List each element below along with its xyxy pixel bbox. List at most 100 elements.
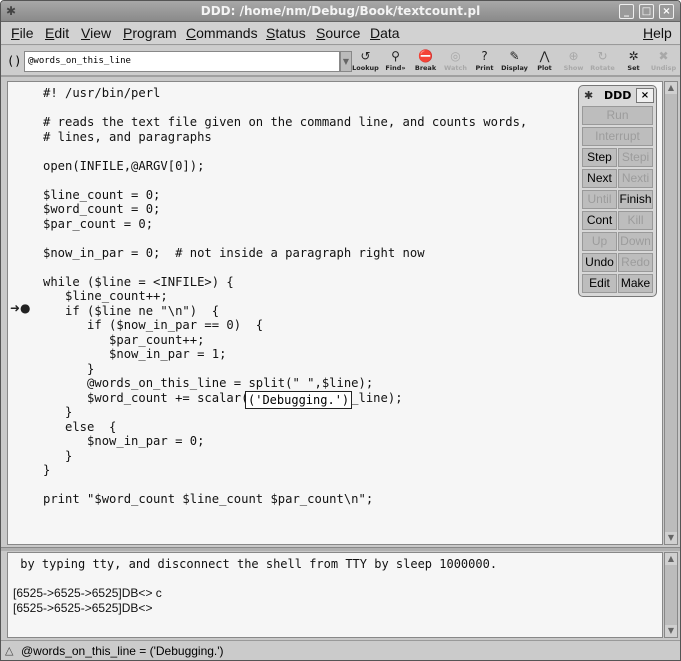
rotate-button[interactable]: ↻ Rotate bbox=[588, 49, 617, 75]
source-window[interactable]: #! /usr/bin/perl # reads the text file g… bbox=[7, 81, 663, 545]
status-bar: △ @words_on_this_line = ('Debugging.') bbox=[1, 640, 680, 660]
set-button[interactable]: ✲ Set bbox=[619, 49, 648, 75]
cont-button[interactable]: Cont bbox=[582, 211, 617, 230]
window-title: DDD: /home/nm/Debug/Book/textcount.pl bbox=[200, 4, 481, 18]
execution-position-arrow-icon: ➜● bbox=[10, 301, 31, 315]
menu-program[interactable]: Program bbox=[123, 25, 177, 41]
print-button[interactable]: ? Print bbox=[470, 49, 499, 75]
command-tool-close-button[interactable]: × bbox=[636, 88, 654, 103]
pane-sash[interactable] bbox=[1, 547, 680, 551]
source-line[interactable]: $line_count = 0; bbox=[43, 188, 527, 203]
down-button[interactable]: Down bbox=[618, 232, 653, 251]
source-line[interactable]: else { bbox=[43, 420, 527, 435]
close-button[interactable]: × bbox=[659, 4, 674, 19]
undisp-button[interactable]: ✖ Undisp bbox=[649, 49, 678, 75]
step-button[interactable]: Step bbox=[582, 148, 617, 167]
next-button[interactable]: Next bbox=[582, 169, 617, 188]
find-button[interactable]: ⚲ Find» bbox=[381, 49, 410, 75]
scroll-down-icon[interactable]: ▼ bbox=[665, 532, 677, 544]
source-line[interactable]: $line_count++; bbox=[43, 289, 527, 304]
lookup-button[interactable]: ↺ Lookup bbox=[351, 49, 380, 75]
source-line[interactable] bbox=[43, 101, 527, 116]
source-line[interactable] bbox=[43, 231, 527, 246]
source-code[interactable]: #! /usr/bin/perl # reads the text file g… bbox=[43, 86, 527, 507]
debugger-console[interactable]: by typing tty, and disconnect the shell … bbox=[7, 552, 663, 638]
source-line[interactable]: $par_count++; bbox=[43, 333, 527, 348]
lookup-icon: ↺ bbox=[360, 49, 371, 63]
source-line[interactable] bbox=[43, 144, 527, 159]
watch-button[interactable]: ◎ Watch bbox=[441, 49, 470, 75]
status-history-icon[interactable]: △ bbox=[5, 644, 13, 657]
menu-data[interactable]: Data bbox=[370, 25, 400, 41]
finish-button[interactable]: Finish bbox=[618, 190, 653, 209]
source-line[interactable]: open(INFILE,@ARGV[0]); bbox=[43, 159, 527, 174]
source-line[interactable]: } bbox=[43, 463, 527, 478]
source-line[interactable]: #! /usr/bin/perl bbox=[43, 86, 527, 101]
menu-edit[interactable]: Edit bbox=[45, 25, 69, 41]
source-line[interactable] bbox=[43, 173, 527, 188]
source-line[interactable]: # reads the text file given on the comma… bbox=[43, 115, 527, 130]
menu-source[interactable]: Source bbox=[316, 25, 360, 41]
source-line[interactable]: $par_count = 0; bbox=[43, 217, 527, 232]
tool-bar: (): @words_on_this_line ▼ ↺ Lookup ⚲ Fin… bbox=[1, 46, 680, 77]
argument-input[interactable]: @words_on_this_line bbox=[24, 51, 340, 72]
redo-button[interactable]: Redo bbox=[618, 253, 653, 272]
source-line[interactable]: print "$word_count $line_count $par_coun… bbox=[43, 492, 527, 507]
display-icon: ✎ bbox=[509, 49, 520, 63]
source-line[interactable] bbox=[43, 478, 527, 493]
plot-button[interactable]: ⋀ Plot bbox=[530, 49, 559, 75]
menu-file[interactable]: File bbox=[11, 25, 34, 41]
source-line[interactable]: } bbox=[43, 362, 527, 377]
show-button[interactable]: ⊕ Show bbox=[559, 49, 588, 75]
stepi-button[interactable]: Stepi bbox=[618, 148, 653, 167]
title-bar: ✱ DDD: /home/nm/Debug/Book/textcount.pl … bbox=[1, 1, 680, 22]
scroll-up-icon[interactable]: ▲ bbox=[665, 553, 677, 565]
menu-status[interactable]: Status bbox=[266, 25, 306, 41]
source-line[interactable]: if ($line ne "\n") { bbox=[43, 304, 527, 319]
source-line[interactable]: $now_in_par = 1; bbox=[43, 347, 527, 362]
source-line[interactable] bbox=[43, 260, 527, 275]
source-line[interactable]: $word_count = 0; bbox=[43, 202, 527, 217]
break-button[interactable]: ⛔ Break bbox=[411, 49, 440, 75]
source-line[interactable]: } bbox=[43, 449, 527, 464]
kill-button[interactable]: Kill bbox=[618, 211, 653, 230]
plot-icon: ⋀ bbox=[539, 49, 550, 63]
source-line[interactable]: if ($now_in_par == 0) { bbox=[43, 318, 527, 333]
question-mark-icon: ? bbox=[481, 49, 488, 63]
interrupt-button[interactable]: Interrupt bbox=[582, 127, 653, 146]
command-tool-title: DDD bbox=[604, 89, 632, 102]
edit-button[interactable]: Edit bbox=[582, 274, 617, 293]
bug-icon: ✱ bbox=[584, 89, 594, 102]
nexti-button[interactable]: Nexti bbox=[618, 169, 653, 188]
scroll-up-icon[interactable]: ▲ bbox=[665, 82, 677, 94]
console-scrollbar[interactable]: ▲ ▼ bbox=[664, 552, 678, 638]
source-line[interactable]: # lines, and paragraphs bbox=[43, 130, 527, 145]
run-button[interactable]: Run bbox=[582, 106, 653, 125]
source-line[interactable]: @words_on_this_line = split(" ",$line); bbox=[43, 376, 527, 391]
maximize-button[interactable]: □ bbox=[639, 4, 654, 19]
source-line[interactable]: $now_in_par = 0; # not inside a paragrap… bbox=[43, 246, 527, 261]
set-icon: ✲ bbox=[628, 49, 639, 63]
stop-sign-icon: ⛔ bbox=[418, 49, 433, 63]
up-button[interactable]: Up bbox=[582, 232, 617, 251]
make-button[interactable]: Make bbox=[618, 274, 653, 293]
magnifier-icon: ⊕ bbox=[568, 49, 579, 63]
until-button[interactable]: Until bbox=[582, 190, 617, 209]
source-line[interactable]: while ($line = <INFILE>) { bbox=[43, 275, 527, 290]
source-line[interactable]: $now_in_par = 0; bbox=[43, 434, 527, 449]
display-button[interactable]: ✎ Display bbox=[500, 49, 529, 75]
menu-view[interactable]: View bbox=[81, 25, 111, 41]
ddd-window: ✱ DDD: /home/nm/Debug/Book/textcount.pl … bbox=[0, 0, 681, 661]
source-scrollbar[interactable]: ▲ ▼ bbox=[664, 81, 678, 545]
scroll-down-icon[interactable]: ▼ bbox=[665, 625, 677, 637]
minimize-button[interactable]: _ bbox=[619, 4, 634, 19]
command-tool: ✱ DDD × Run Interrupt Step Stepi Next Ne… bbox=[578, 85, 657, 297]
undo-button[interactable]: Undo bbox=[582, 253, 617, 272]
console-prompt[interactable]: [6525->6525->6525]DB<> bbox=[13, 601, 152, 615]
binoculars-icon: ⚲ bbox=[391, 49, 400, 63]
status-message: @words_on_this_line = ('Debugging.') bbox=[21, 644, 224, 658]
menu-commands[interactable]: Commands bbox=[186, 25, 258, 41]
menu-help[interactable]: Help bbox=[643, 25, 672, 41]
command-tool-header[interactable]: ✱ DDD × bbox=[579, 86, 656, 106]
value-tooltip: ('Debugging.') bbox=[245, 391, 353, 409]
